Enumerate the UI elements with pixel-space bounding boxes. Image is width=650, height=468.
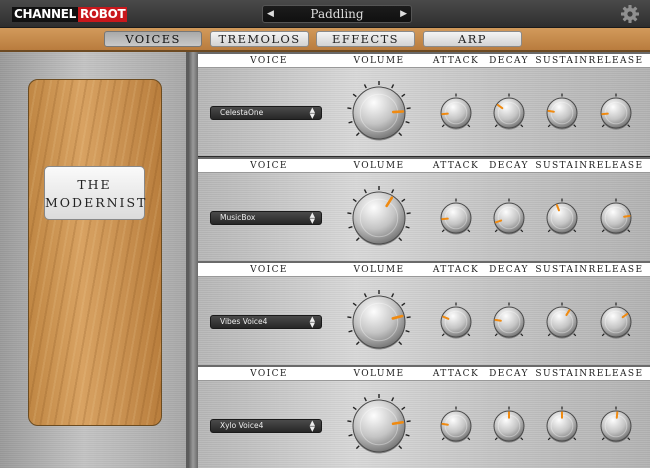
- release-knob[interactable]: [596, 406, 636, 446]
- sustain-knob[interactable]: [542, 93, 582, 133]
- column-header-release: RELEASE: [588, 161, 644, 171]
- tab-arp[interactable]: ARP: [423, 31, 522, 47]
- voice-panel: VOICE VOLUME ATTACK DECAY SUSTAIN RELEASE Xylo…: [198, 365, 650, 468]
- voice-panel: VOICE VOLUME ATTACK DECAY SUSTAIN RELEASE Vibe…: [198, 261, 650, 365]
- logo-text-robot: ROBOT: [77, 7, 128, 22]
- attack-knob[interactable]: [436, 198, 476, 238]
- updown-arrow-icon: ▲ ▼: [309, 315, 315, 329]
- attack-knob[interactable]: [436, 406, 476, 446]
- sustain-knob[interactable]: [542, 198, 582, 238]
- preset-name: Paddling: [310, 7, 364, 21]
- voice-selector-value: CelestaOne: [220, 108, 264, 117]
- volume-knob[interactable]: [345, 184, 413, 252]
- voice-selector[interactable]: Vibes Voice4 ▲ ▼: [210, 315, 322, 329]
- updown-arrow-icon: ▲ ▼: [309, 211, 315, 225]
- wood-card: [28, 79, 162, 426]
- release-knob[interactable]: [596, 302, 636, 342]
- instrument-name-line2: MODERNIST: [45, 195, 148, 210]
- tab-bar: VOICES TREMOLOS EFFECTS ARP: [0, 28, 650, 52]
- release-knob[interactable]: [596, 93, 636, 133]
- column-header-volume: VOLUME: [353, 161, 405, 171]
- instrument-panel: [0, 52, 188, 468]
- tab-effects[interactable]: EFFECTS: [316, 31, 415, 47]
- voice-panel: VOICE VOLUME ATTACK DECAY SUSTAIN RELEASE Musi…: [198, 157, 650, 261]
- decay-knob[interactable]: [489, 198, 529, 238]
- next-preset-button[interactable]: ▶: [400, 6, 407, 22]
- column-header-release: RELEASE: [588, 56, 644, 66]
- voice-panel: VOICE VOLUME ATTACK DECAY SUSTAIN RELEASE Cele…: [198, 52, 650, 156]
- tab-tremolos[interactable]: TREMOLOS: [210, 31, 309, 47]
- voice-panel-header: VOICE VOLUME ATTACK DECAY SUSTAIN RELEASE: [198, 159, 650, 173]
- voice-panel-header: VOICE VOLUME ATTACK DECAY SUSTAIN RELEASE: [198, 263, 650, 277]
- volume-knob[interactable]: [345, 79, 413, 147]
- instrument-nameplate: THE MODERNIST: [44, 166, 145, 220]
- sustain-knob[interactable]: [542, 406, 582, 446]
- column-header-release: RELEASE: [588, 369, 644, 379]
- instrument-name-line1: THE: [77, 177, 112, 192]
- column-header-voice: VOICE: [250, 369, 288, 379]
- preset-selector[interactable]: ◀ Paddling ▶: [262, 5, 412, 23]
- voice-selector-value: Xylo Voice4: [220, 421, 264, 430]
- column-header-release: RELEASE: [588, 265, 644, 275]
- voice-selector-value: MusicBox: [220, 213, 256, 222]
- column-header-volume: VOLUME: [353, 265, 405, 275]
- panel-divider: [188, 52, 198, 468]
- voice-panel-header: VOICE VOLUME ATTACK DECAY SUSTAIN RELEASE: [198, 367, 650, 381]
- volume-knob[interactable]: [345, 392, 413, 460]
- decay-knob[interactable]: [489, 406, 529, 446]
- release-knob[interactable]: [596, 198, 636, 238]
- column-header-voice: VOICE: [250, 265, 288, 275]
- channelrobot-logo: CHANNEL ROBOT: [12, 7, 128, 22]
- attack-knob[interactable]: [436, 93, 476, 133]
- volume-knob[interactable]: [345, 288, 413, 356]
- voice-selector[interactable]: CelestaOne ▲ ▼: [210, 106, 322, 120]
- voice-selector-value: Vibes Voice4: [220, 317, 268, 326]
- top-bar: CHANNEL ROBOT ◀ Paddling ▶: [0, 0, 650, 28]
- column-header-voice: VOICE: [250, 56, 288, 66]
- prev-preset-button[interactable]: ◀: [267, 6, 274, 22]
- column-header-volume: VOLUME: [353, 56, 405, 66]
- column-header-voice: VOICE: [250, 161, 288, 171]
- attack-knob[interactable]: [436, 302, 476, 342]
- tab-voices[interactable]: VOICES: [104, 31, 202, 47]
- voice-selector[interactable]: Xylo Voice4 ▲ ▼: [210, 419, 322, 433]
- updown-arrow-icon: ▲ ▼: [309, 106, 315, 120]
- column-header-volume: VOLUME: [353, 369, 405, 379]
- gear-icon[interactable]: [620, 4, 640, 24]
- voice-panel-header: VOICE VOLUME ATTACK DECAY SUSTAIN RELEASE: [198, 54, 650, 68]
- sustain-knob[interactable]: [542, 302, 582, 342]
- decay-knob[interactable]: [489, 93, 529, 133]
- decay-knob[interactable]: [489, 302, 529, 342]
- voice-selector[interactable]: MusicBox ▲ ▼: [210, 211, 322, 225]
- logo-text-channel: CHANNEL: [12, 7, 78, 22]
- updown-arrow-icon: ▲ ▼: [309, 419, 315, 433]
